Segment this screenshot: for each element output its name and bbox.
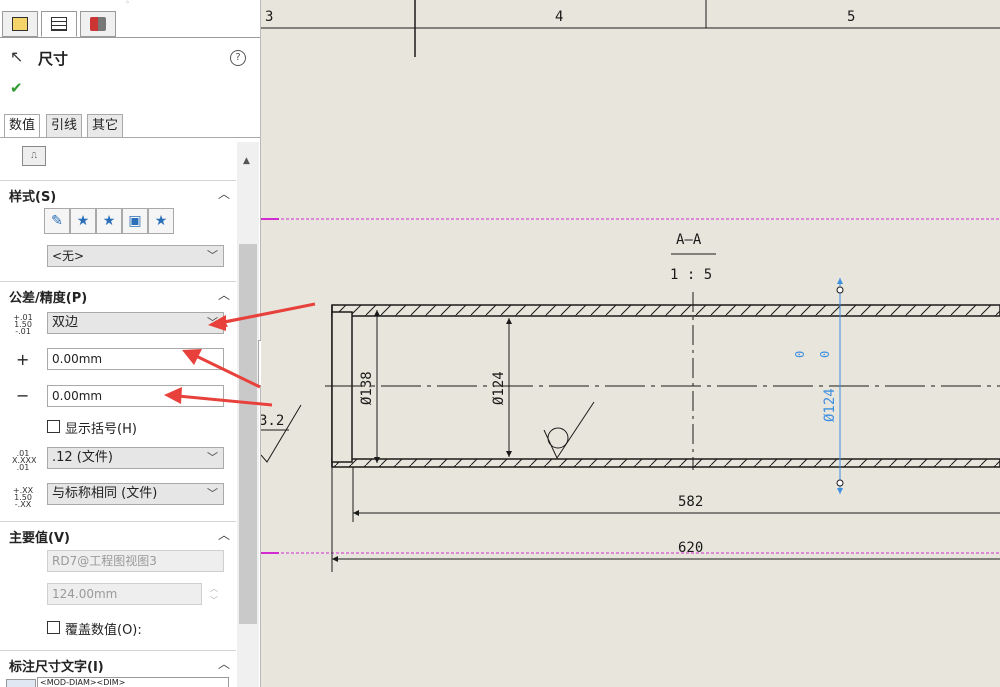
tolerance-precision-value: 与标称相同 (文件) [52, 486, 158, 501]
dim-124-text: Ø124 [491, 371, 507, 405]
tab-display-manager[interactable] [80, 11, 116, 37]
upper-tolerance-input[interactable]: 0.00mm [47, 348, 224, 370]
pipe-wall-top [331, 304, 1000, 317]
feature-manager-icon [12, 17, 28, 31]
section-label: A—A [676, 232, 702, 248]
star-add-icon: ★ [76, 213, 90, 229]
favorite-icon[interactable]: ⎍ [22, 146, 46, 166]
lower-tolerance-input[interactable]: 0.00mm [47, 385, 224, 407]
selected-dim-text: Ø124 [822, 388, 838, 422]
tolerance-type-dropdown[interactable]: 双边 ﹀ [47, 312, 224, 334]
dim-138-text: Ø138 [359, 371, 375, 405]
pipe-flange [331, 311, 353, 463]
selected-dim-handle-top [836, 286, 844, 294]
subtab-leader[interactable]: 引线 [46, 114, 83, 138]
panel-scrollbar[interactable]: ▲ [237, 142, 259, 687]
tolerance-precision-icon: +.XX 1.50 -.XX [12, 486, 34, 509]
left-partial-annotation: 3.2 [261, 413, 284, 429]
panel-title: 尺寸 [38, 50, 69, 68]
drawing-canvas[interactable]: 3 4 5 A—A 1 : 5 Ø138 Ø124 Ø124 0 0 582 6… [261, 0, 1000, 687]
tolerance-precision-dropdown[interactable]: 与标称相同 (文件) ﹀ [47, 483, 224, 505]
save-icon: ▣ [128, 213, 142, 229]
value-spin-up-icon: ︿ [210, 584, 218, 593]
value-spin-down-icon: ﹀ [210, 596, 218, 605]
drawing-svg: 3 4 5 A—A 1 : 5 Ø138 Ø124 Ø124 0 0 582 6… [261, 0, 1000, 572]
property-manager-icon [51, 17, 67, 31]
chevron-up-icon[interactable]: ︿ [218, 655, 230, 672]
tab-property-manager[interactable] [41, 11, 77, 37]
zone-label-3: 3 [265, 9, 273, 25]
pipe-wall-bottom [331, 458, 1000, 468]
show-parentheses-checkbox[interactable] [47, 420, 60, 433]
subtab-value[interactable]: 数值 [4, 114, 41, 138]
help-icon[interactable]: ? [230, 50, 246, 66]
property-manager-panel: ◦ ↖ 尺寸 ? ✔ 数值 引线 其它 ⎍ 样式(S) ︿ ✎ ★ ★ ▣ ★ … [0, 0, 261, 687]
zone-label-4: 4 [555, 9, 563, 25]
override-value-checkbox[interactable] [47, 621, 60, 634]
load-style-button[interactable]: ★ [148, 208, 174, 234]
surface-finish-circle [547, 427, 569, 449]
dimension-value-field: 124.00mm [47, 583, 202, 605]
scroll-up-icon[interactable]: ▲ [243, 156, 250, 166]
tolerance-type-value: 双边 [52, 315, 79, 330]
primary-precision-value: .12 (文件) [52, 450, 113, 465]
save-style-button[interactable]: ▣ [122, 208, 148, 234]
style-section-title: 样式(S) [9, 190, 57, 205]
dim-text-area[interactable]: <MOD-DIAM><DIM> [37, 677, 229, 687]
chevron-up-icon[interactable]: ︿ [218, 526, 230, 543]
add-style-button[interactable]: ★ [70, 208, 96, 234]
wand-icon: ✎ [51, 213, 63, 229]
tolerance-section-title: 公差/精度(P) [9, 291, 88, 306]
zone-label-5: 5 [847, 9, 855, 25]
tolerance-type-icon: +.01 1.50 -.01 [13, 313, 33, 336]
panel-grip[interactable]: ◦ [125, 0, 133, 7]
dimension-reference-field: RD7@工程图视图3 [47, 550, 224, 572]
tolerance-section-header[interactable]: 公差/精度(P) ︿ [0, 281, 236, 307]
chevron-down-icon: ﹀ [207, 316, 218, 329]
chevron-up-icon[interactable]: ︿ [218, 286, 230, 303]
precision-icon: .01 X.XXX .01 [12, 449, 37, 472]
show-parentheses-label: 显示括号(H) [65, 422, 137, 437]
plus-symbol: + [16, 350, 30, 369]
primary-precision-dropdown[interactable]: .12 (文件) ﹀ [47, 447, 224, 469]
selected-dim-tol-lower: 0 [818, 351, 832, 358]
delete-style-button[interactable]: ★ [96, 208, 122, 234]
dim-text-section-header[interactable]: 标注尺寸文字(I) ︿ [0, 650, 236, 676]
subtab-line [0, 137, 260, 138]
apply-style-button[interactable]: ✎ [44, 208, 70, 234]
style-section-header[interactable]: 样式(S) ︿ [0, 180, 236, 206]
selected-dim-handle-bottom [836, 479, 844, 487]
chevron-down-icon: ﹀ [207, 451, 218, 464]
checkmark-icon[interactable]: ✔ [10, 79, 23, 97]
display-manager-icon [90, 17, 106, 31]
chevron-down-icon: ﹀ [207, 487, 218, 500]
star-load-icon: ★ [154, 213, 168, 229]
dim-text-icon [6, 679, 36, 687]
primary-value-section-header[interactable]: 主要值(V) ︿ [0, 521, 236, 547]
style-dropdown-value: <无> [52, 249, 85, 263]
dim-text-section-title: 标注尺寸文字(I) [9, 660, 104, 675]
scrollbar-thumb[interactable] [239, 244, 257, 624]
dim-582-text: 582 [678, 494, 703, 510]
override-value-label: 覆盖数值(O): [65, 623, 142, 638]
tab-strip-line [0, 37, 260, 38]
dim-620-text: 620 [678, 540, 703, 556]
subtab-other[interactable]: 其它 [87, 114, 124, 138]
selected-dim-tol-upper: 0 [793, 351, 807, 358]
minus-symbol: − [16, 386, 30, 405]
primary-value-section-title: 主要值(V) [9, 531, 70, 546]
chevron-up-icon[interactable]: ︿ [218, 185, 230, 202]
chevron-down-icon: ﹀ [207, 249, 218, 262]
star-delete-icon: ★ [102, 213, 116, 229]
style-dropdown[interactable]: <无> ﹀ [47, 245, 224, 267]
dimension-icon: ↖ [10, 47, 24, 66]
tab-feature-manager[interactable] [2, 11, 38, 37]
scale-label: 1 : 5 [670, 267, 712, 283]
